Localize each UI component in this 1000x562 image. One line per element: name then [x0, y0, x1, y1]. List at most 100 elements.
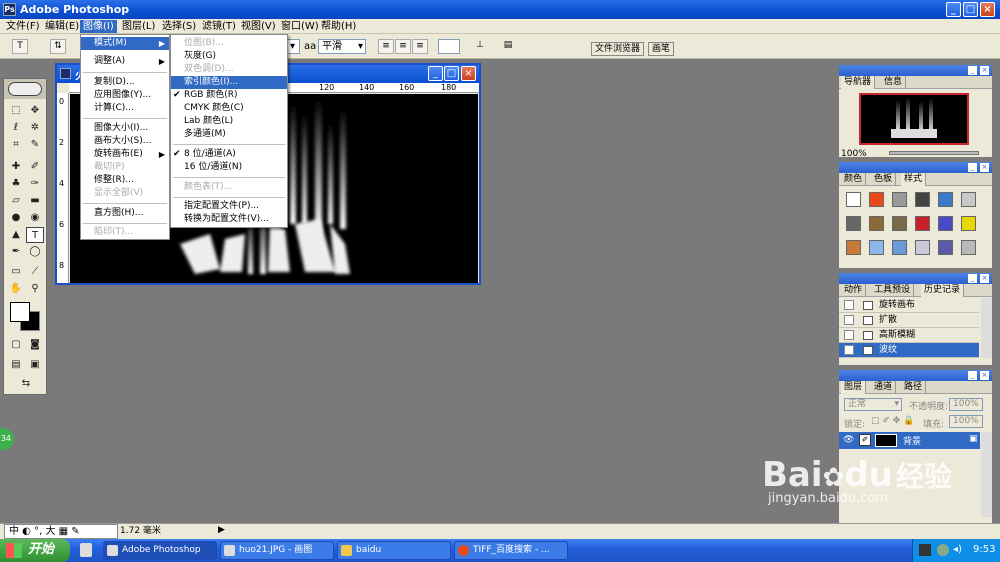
menu-image[interactable]: 图像(I): [80, 20, 117, 33]
notes-tool-icon[interactable]: ▭: [7, 264, 25, 280]
menu-item-trim[interactable]: 修整(R)...: [81, 174, 169, 187]
palettes-toggle-icon[interactable]: ▤: [500, 39, 516, 54]
close-button[interactable]: ×: [980, 2, 995, 17]
mode-convert-profile[interactable]: 转换为配置文件(V)...: [171, 213, 287, 226]
style-swatch[interactable]: [915, 216, 930, 231]
blend-mode-select[interactable]: 正常 ▾: [844, 398, 902, 411]
tray-app-icon[interactable]: [919, 544, 931, 556]
layers-scrollbar[interactable]: [981, 432, 992, 517]
menu-help[interactable]: 帮助(H): [318, 20, 359, 33]
lasso-tool-icon[interactable]: ℓ: [7, 120, 25, 136]
tray-network-icon[interactable]: [937, 544, 949, 556]
align-center-button[interactable]: ≡: [395, 39, 411, 54]
hand-tool-icon[interactable]: ✋: [7, 281, 25, 297]
text-orientation-icon[interactable]: ⇅: [50, 39, 66, 54]
clock[interactable]: 9:53: [973, 544, 995, 555]
history-item-rotate[interactable]: 旋转画布: [839, 298, 979, 313]
type-tool-icon-active[interactable]: T: [26, 227, 44, 243]
full-screen-mode-icon[interactable]: ▣: [26, 357, 44, 373]
panel-minimize-button[interactable]: _: [968, 371, 977, 380]
menu-edit[interactable]: 编辑(E): [42, 20, 82, 33]
move-tool-icon[interactable]: ✥: [26, 103, 44, 119]
ime-toolbar[interactable]: 中 ◐ °, 大 ▦ ✎: [4, 524, 118, 539]
pen-tool-icon[interactable]: ✒: [7, 244, 25, 260]
menu-item-image-size[interactable]: 图像大小(I)...: [81, 122, 169, 135]
menu-item-duplicate[interactable]: 复制(D)...: [81, 76, 169, 89]
tab-color[interactable]: 颜色: [841, 173, 867, 186]
history-checkbox[interactable]: [844, 345, 854, 355]
doc-close-button[interactable]: ×: [461, 66, 476, 81]
brushes-tab[interactable]: 画笔: [648, 42, 675, 56]
volume-icon[interactable]: ◂): [953, 544, 962, 555]
navigator-thumbnail[interactable]: [859, 93, 969, 145]
tab-styles[interactable]: 样式: [901, 173, 927, 186]
mode-16-bit[interactable]: 16 位/通道(N): [171, 161, 287, 174]
minimize-button[interactable]: _: [946, 2, 961, 17]
style-swatch[interactable]: [915, 240, 930, 255]
style-swatch[interactable]: [846, 192, 861, 207]
task-paint[interactable]: huo21.JPG - 画图: [220, 541, 334, 560]
zoom-tool-icon[interactable]: ⚲: [26, 281, 44, 297]
menu-layer[interactable]: 图层(L): [119, 20, 158, 33]
style-swatch[interactable]: [892, 216, 907, 231]
menu-item-adjust[interactable]: 调整(A) ▶: [81, 55, 169, 68]
style-swatch[interactable]: [869, 240, 884, 255]
panel-minimize-button[interactable]: _: [968, 274, 977, 283]
path-selection-tool-icon[interactable]: ▲: [7, 227, 25, 243]
menu-item-rotate-canvas[interactable]: 旋转画布(E) ▶: [81, 148, 169, 161]
gradient-tool-icon[interactable]: ▬: [26, 193, 44, 209]
side-badge[interactable]: 34: [0, 428, 14, 450]
tab-history[interactable]: 历史记录: [921, 284, 965, 297]
blur-tool-icon[interactable]: ●: [7, 210, 25, 226]
style-swatch[interactable]: [915, 192, 930, 207]
tab-channels[interactable]: 通道: [871, 381, 897, 394]
history-scrollbar[interactable]: [981, 298, 992, 358]
style-swatch[interactable]: [938, 192, 953, 207]
mode-lab[interactable]: Lab 颜色(L): [171, 115, 287, 128]
menu-item-calculations[interactable]: 计算(C)...: [81, 102, 169, 115]
font-size-dropdown[interactable]: ▾: [286, 39, 300, 54]
history-checkbox[interactable]: [844, 315, 854, 325]
antialias-select[interactable]: 平滑 ▾: [318, 39, 366, 54]
tab-navigator[interactable]: 导航器: [841, 76, 876, 89]
panel-close-button[interactable]: ×: [980, 371, 989, 380]
mode-rgb[interactable]: ✔ RGB 颜色(R): [171, 89, 287, 102]
menu-item-mode[interactable]: 模式(M) ▶: [81, 37, 169, 50]
style-swatch[interactable]: [961, 216, 976, 231]
warp-text-icon[interactable]: ⊥: [472, 39, 488, 54]
menu-file[interactable]: 文件(F): [3, 20, 43, 33]
mode-assign-profile[interactable]: 指定配置文件(P)...: [171, 200, 287, 213]
mode-grayscale[interactable]: 灰度(G): [171, 50, 287, 63]
maximize-button[interactable]: □: [963, 2, 978, 17]
lock-icons[interactable]: ▢ ✐ ✥ 🔒: [871, 416, 914, 426]
eraser-tool-icon[interactable]: ▱: [7, 193, 25, 209]
doc-maximize-button[interactable]: □: [444, 66, 459, 81]
magic-wand-tool-icon[interactable]: ✲: [26, 120, 44, 136]
dodge-tool-icon[interactable]: ◉: [26, 210, 44, 226]
brush-tool-icon[interactable]: ✐: [26, 159, 44, 175]
tab-layers[interactable]: 图层: [841, 381, 867, 394]
crop-tool-icon[interactable]: ⌗: [7, 137, 25, 153]
menu-filter[interactable]: 滤镜(T): [199, 20, 239, 33]
layer-row-background[interactable]: 👁 ✐ 背景 ▣: [839, 432, 980, 449]
start-button[interactable]: 开始: [0, 539, 70, 562]
opacity-input[interactable]: 100%: [949, 398, 983, 411]
history-item-diffuse[interactable]: 扩散: [839, 313, 979, 328]
style-swatch[interactable]: [938, 216, 953, 231]
shape-tool-icon[interactable]: ◯: [26, 244, 44, 260]
align-right-button[interactable]: ≡: [412, 39, 428, 54]
brush-link-icon[interactable]: ✐: [859, 434, 871, 446]
eye-icon[interactable]: 👁: [843, 435, 854, 445]
mode-cmyk[interactable]: CMYK 颜色(C): [171, 102, 287, 115]
standard-mode-icon[interactable]: ▢: [7, 337, 25, 353]
tab-paths[interactable]: 路径: [901, 381, 927, 394]
panel-close-button[interactable]: ×: [980, 66, 989, 75]
quick-mask-icon[interactable]: ◙: [26, 337, 44, 353]
type-tool-icon[interactable]: T: [12, 39, 28, 54]
style-swatch[interactable]: [869, 192, 884, 207]
healing-brush-tool-icon[interactable]: ✚: [7, 159, 25, 175]
style-swatch[interactable]: [846, 216, 861, 231]
history-item-gaussian-blur[interactable]: 高斯模糊: [839, 328, 979, 343]
navigator-zoom[interactable]: 100%: [841, 149, 867, 159]
align-left-button[interactable]: ≡: [378, 39, 394, 54]
